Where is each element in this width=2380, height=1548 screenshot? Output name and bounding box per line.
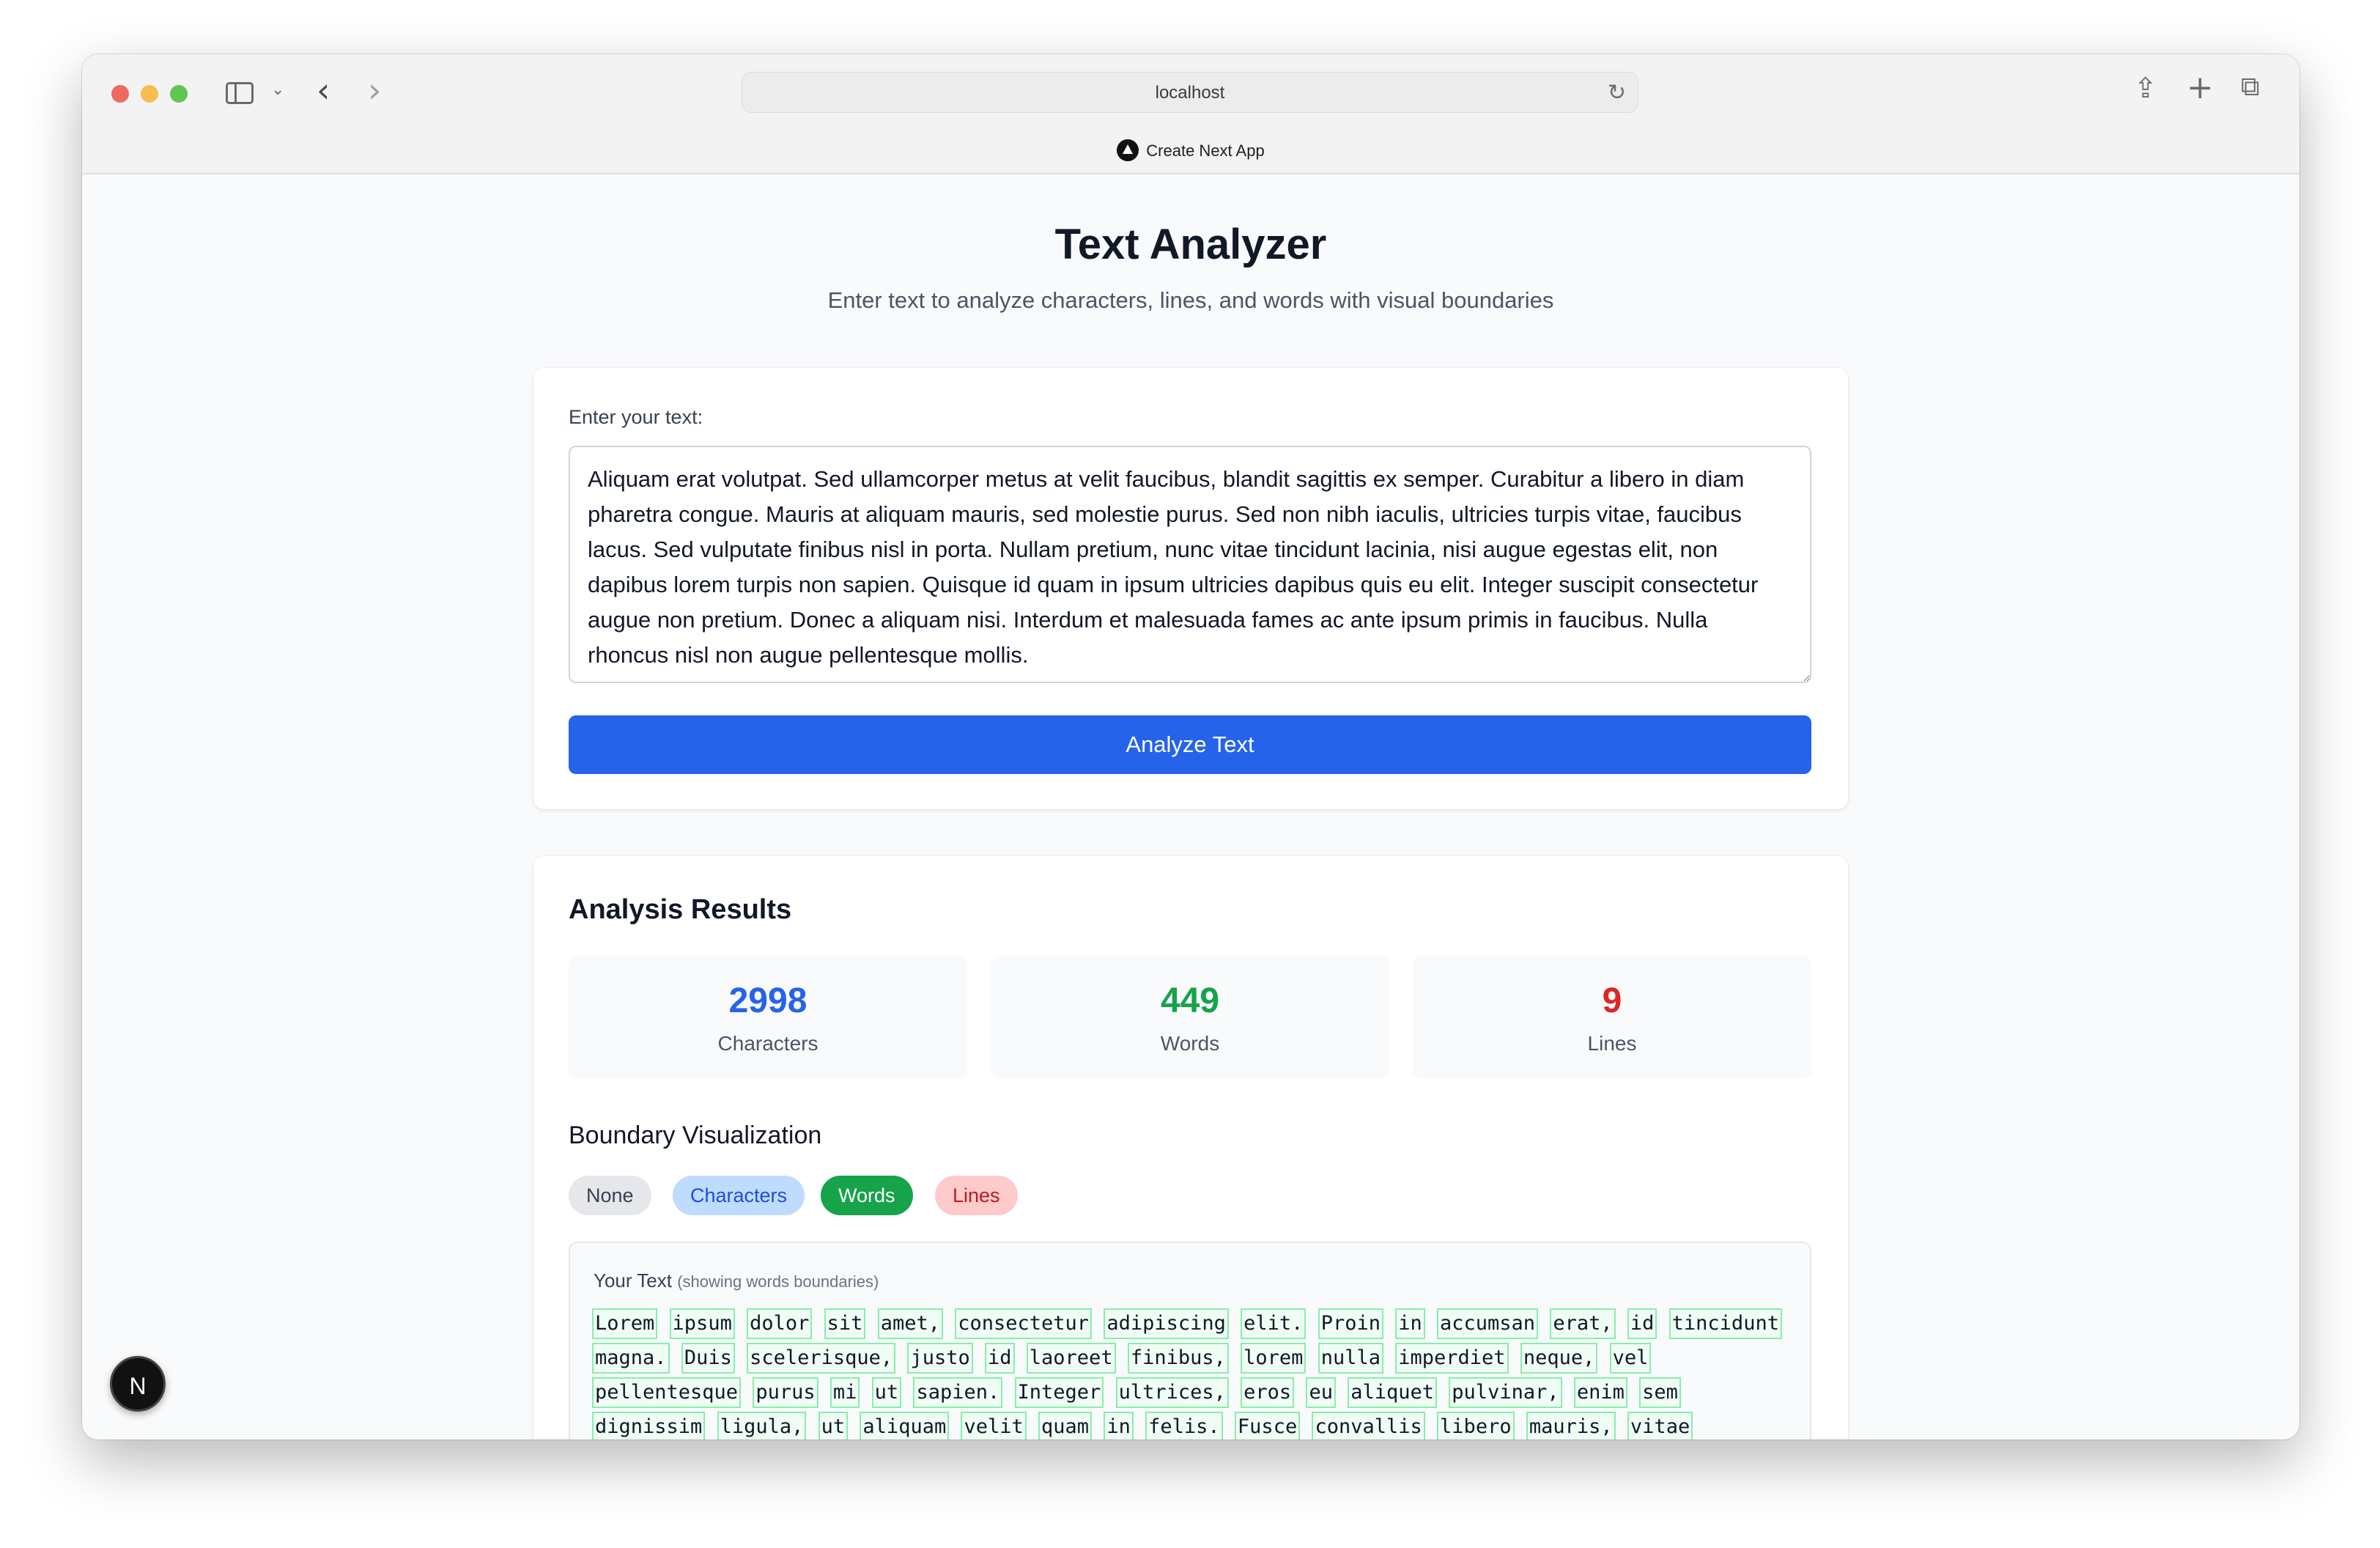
text-input[interactable] [569,446,1811,683]
word-boundary: neque, [1520,1343,1598,1374]
text-input-label: Enter your text: [569,406,703,428]
mode-lines-button[interactable]: Lines [935,1176,1018,1215]
word-boundary: Duis [681,1343,735,1374]
word-boundary: eu [1306,1377,1336,1408]
word-boundary: in [1395,1308,1425,1339]
word-boundary: imperdiet [1395,1343,1509,1374]
word-boundary: libero [1437,1412,1515,1440]
word-boundary: lorem [1241,1343,1307,1374]
page-content: Text Analyzer Enter text to analyze char… [82,174,2299,1440]
page-title: Text Analyzer [1054,221,1327,268]
chevron-down-icon[interactable]: ⌄ [271,81,284,99]
boundary-visualization-title: Boundary Visualization [569,1121,822,1149]
mode-characters-button[interactable]: Characters [673,1176,805,1215]
word-boundary: pellentesque [592,1377,742,1408]
stat-characters: 2998 Characters [569,956,967,1079]
word-boundary: dolor [747,1308,813,1339]
word-boundary: Lorem [592,1308,658,1339]
word-boundary: erat, [1550,1308,1616,1339]
nextjs-favicon-icon [1117,139,1139,161]
page-subtitle: Enter text to analyze characters, lines,… [827,287,1554,313]
word-boundary: sit [824,1308,866,1339]
tabs-overview-icon[interactable]: ⧉ [2241,72,2260,103]
word-boundary: laoreet [1026,1343,1116,1374]
word-boundary: id [1627,1308,1658,1339]
address-bar[interactable]: localhost ↻ [742,72,1638,113]
word-boundary: sem [1639,1377,1681,1408]
word-boundary: Fusce [1234,1412,1301,1440]
word-boundary: scelerisque, [747,1343,896,1374]
close-window-button[interactable] [111,85,129,103]
word-boundary: Integer [1014,1377,1104,1408]
word-boundary: magna. [592,1343,670,1374]
word-boundary: adipiscing [1104,1308,1229,1339]
stat-label: Characters [717,1032,818,1055]
word-boundary: vitae [1627,1412,1693,1440]
plus-icon[interactable]: + [2187,69,2214,106]
word-boundary: mi [829,1377,860,1408]
minimize-window-button[interactable] [141,85,158,103]
word-boundary: aliquam [860,1412,950,1440]
preview-heading: Your Text (showing words boundaries) [594,1269,879,1292]
stat-words: 449 Words [991,956,1389,1079]
browser-toolbar: ⌄ ‹ › localhost ↻ ⇪ + ⧉ Create Next App [82,54,2299,174]
word-boundary: justo [907,1343,973,1374]
word-boundary: vel [1609,1343,1652,1374]
word-boundary: eros [1241,1377,1295,1408]
word-boundary: dignissim [592,1412,706,1440]
word-boundary: ultrices, [1115,1377,1229,1408]
analyze-text-button[interactable]: Analyze Text [569,715,1811,774]
word-boundary: pulvinar, [1449,1377,1562,1408]
word-boundary: Proin [1318,1308,1383,1339]
results-card: Analysis Results 2998 Characters 449 Wor… [533,856,1848,1440]
boundary-preview: Your Text (showing words boundaries) Lor… [569,1242,1811,1440]
mode-words-button[interactable]: Words [821,1176,913,1215]
word-boundary: nulla [1318,1343,1383,1374]
word-boundary: quam [1038,1412,1093,1440]
chevron-right-icon[interactable]: › [368,70,381,110]
stat-label: Words [1160,1032,1220,1055]
word-boundary: ut [871,1377,902,1408]
word-boundary: id [985,1343,1015,1374]
input-card: Enter your text: Analyze Text [533,368,1848,809]
stat-value: 9 [1602,981,1622,1020]
browser-window: ⌄ ‹ › localhost ↻ ⇪ + ⧉ Create Next App … [82,54,2299,1440]
preview-heading-text: Your Text [594,1269,672,1291]
word-boundary: ligula, [717,1412,807,1440]
tab-active[interactable]: Create Next App [82,139,2299,163]
word-boundary: elit. [1241,1308,1307,1339]
word-boundary: ut [818,1412,849,1440]
results-title: Analysis Results [569,894,792,925]
preview-mode-note: (showing words boundaries) [677,1272,879,1291]
word-boundary: felis. [1145,1412,1223,1440]
word-boundary: mauris, [1526,1412,1616,1440]
tab-title: Create Next App [1146,141,1265,160]
mode-none-button[interactable]: None [569,1176,651,1215]
url-text: localhost [1155,83,1225,103]
nextjs-dev-badge[interactable]: N [110,1356,166,1412]
stat-label: Lines [1587,1032,1637,1055]
word-boundary: consectetur [955,1308,1093,1339]
word-boundary: aliquet [1348,1377,1438,1408]
word-boundary: purus [753,1377,818,1408]
chevron-left-icon[interactable]: ‹ [317,70,330,110]
word-boundary: finibus, [1127,1343,1229,1374]
reload-icon[interactable]: ↻ [1608,80,1626,106]
word-boundary: velit [961,1412,1027,1440]
word-boundary: accumsan [1437,1308,1539,1339]
word-boundary: tincidunt [1668,1308,1782,1339]
word-boundary: enim [1573,1377,1627,1408]
stat-value: 2998 [728,981,808,1020]
sidebar-icon[interactable] [226,82,254,104]
word-boundary: convallis [1312,1412,1425,1440]
stat-lines: 9 Lines [1413,956,1811,1079]
share-icon[interactable]: ⇪ [2134,72,2157,104]
preview-text: Lorem ipsum dolor sit amet, consectetur … [592,1308,1794,1440]
word-boundary: ipsum [669,1308,735,1339]
stat-value: 449 [1160,981,1220,1020]
word-boundary: in [1104,1412,1134,1440]
word-boundary: sapien. [913,1377,1003,1408]
word-boundary: amet, [877,1308,943,1339]
maximize-window-button[interactable] [170,85,188,103]
